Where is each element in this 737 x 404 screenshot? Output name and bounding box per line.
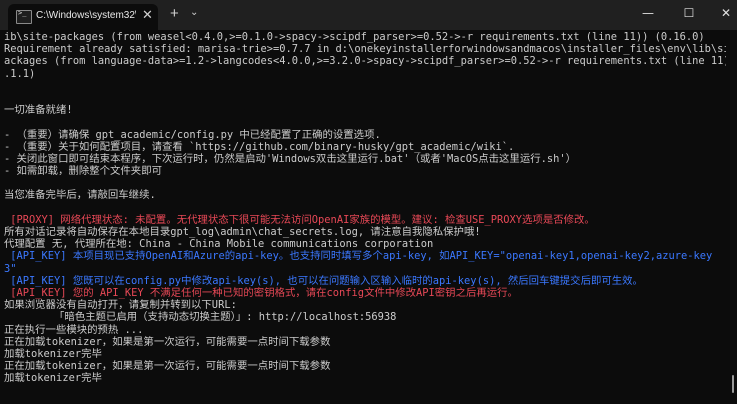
maximize-button[interactable]: ☐ [679,6,699,20]
terminal-line: ib\site-packages (from weasel<0.4.0,>=0.… [4,31,705,43]
close-button[interactable]: ✕ [716,6,736,20]
terminal-icon [16,9,32,24]
terminal-line: [API_KEY] 您的 API_KEY 不满足任何一种已知的密钥格式，请在co… [4,286,518,299]
terminal-line: 加载tokenizer完毕 [4,347,102,360]
terminal-line: - （重要）请确保 gpt_academic/config.py 中已经配置了正… [4,128,381,141]
terminal-line: 所有对话记录将自动保存在本地目录gpt_log\admin\chat_secre… [4,226,481,238]
terminal-line: - 如需卸载，删除整个文件夹即可 [4,165,162,178]
title-bar: C:\Windows\system32\cmd.e ✕ + ⌄ — ☐ ✕ [0,0,737,30]
terminal-output[interactable]: ib\site-packages (from weasel<0.4.0,>=0.… [4,31,726,399]
tab-cmd[interactable]: C:\Windows\system32\cmd.e ✕ [8,4,158,30]
chevron-down-icon[interactable]: ⌄ [190,7,198,18]
scrollbar-thumb[interactable] [732,375,734,393]
terminal-line: 正在加载tokenizer，如果是第一次运行，可能需要一点时间下载参数 [4,360,331,373]
minimize-button[interactable]: — [638,6,658,20]
tab-title: C:\Windows\system32\cmd.e [36,10,136,21]
terminal-line: [PROXY] 网络代理状态: 未配置。无代理状态下很可能无法访问OpenAI家… [4,213,595,226]
terminal-line: 代理配置 无, 代理所在地: China - China Mobile comm… [4,238,434,251]
terminal-line: 「暗色主题已启用（支持动态切换主题）」: http://localhost:56… [4,311,397,324]
terminal-line: [API_KEY] 本项目现已支持OpenAI和Azure的api-key。也支… [4,250,713,263]
terminal-line: 如果浏览器没有自动打开，请复制并转到以下URL: [4,299,237,312]
terminal-line: 正在加载tokenizer，如果是第一次运行，可能需要一点时间下载参数 [4,335,331,348]
terminal-line: ackages (from language-data>=1.2->langco… [4,55,726,68]
terminal-line: 当您准备完毕后，请敲回车继续. [4,189,156,202]
terminal-line: 3" [4,262,17,275]
terminal-line: .1.1) [4,67,36,80]
terminal-line: 正在执行一些模块的预热 ... [4,323,144,336]
scrollbar[interactable] [730,31,736,399]
new-tab-button[interactable]: + [170,5,179,22]
terminal-line: [API_KEY] 您既可以在config.py中修改api-key(s), 也… [4,274,643,287]
terminal-line: - （重要）关于如何配置项目，请查看 `https://github.com/b… [4,140,515,153]
terminal-line: 加载tokenizer完毕 [4,372,102,385]
tab-close-icon[interactable]: ✕ [142,7,153,23]
terminal-line: 一切准备就绪! [4,104,73,117]
terminal-line: - 关闭此窗口即可结束本程序，下次运行时，仍然是启动'Windows双击这里运行… [4,152,577,165]
terminal-line: Requirement already satisfied: marisa-tr… [4,43,726,56]
